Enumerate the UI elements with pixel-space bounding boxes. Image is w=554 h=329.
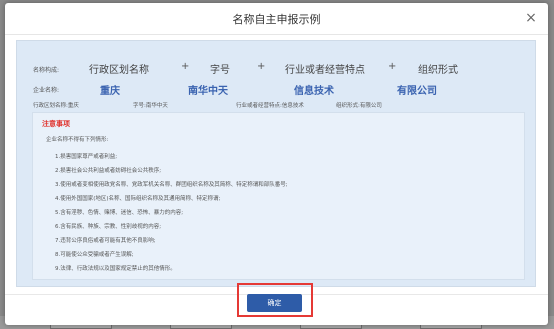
- dialog-title: 名称自主申报示例: [232, 13, 321, 26]
- structure-part-tradename: 字号: [210, 65, 230, 76]
- example-panel: 名称构成: 行政区划名称 + 字号 + 行业或者经营特点 + 组织形式 企业名称…: [16, 40, 536, 287]
- notice-title: 注意事项: [42, 120, 70, 128]
- detail-tradename: 字号:南华中天: [133, 103, 168, 109]
- example-label: 企业名称:: [33, 87, 60, 94]
- notice-item: 5.含有淫秽、色情、赌博、迷信、恐怖、暴力的内容;: [55, 210, 184, 216]
- notice-item: 7.违背公序良俗或者可能有其他不良影响;: [55, 238, 156, 244]
- example-region: 重庆: [100, 86, 120, 97]
- detail-industry: 行业或者经营特点:信息技术: [236, 103, 304, 109]
- notice-item: 2.损害社会公共利益或者妨碍社会公共秩序;: [55, 168, 162, 174]
- notice-item: 4.使用外国国家(地区)名称、国际组织名称及其通用简称、特定称谓;: [55, 196, 221, 202]
- detail-org-form: 组织形式:有限公司: [336, 103, 382, 109]
- name-declaration-dialog: 名称自主申报示例 × 名称构成: 行政区划名称 + 字号 + 行业或者经营特点 …: [5, 3, 548, 325]
- structure-part-org-form: 组织形式: [418, 65, 458, 76]
- plus-sign: +: [181, 61, 190, 72]
- example-tradename: 南华中天: [188, 86, 228, 97]
- structure-label: 名称构成:: [33, 67, 60, 74]
- plus-sign: +: [257, 61, 266, 72]
- detail-region: 行政区划名称:重庆: [33, 103, 79, 109]
- dialog-header: 名称自主申报示例 ×: [5, 3, 548, 35]
- notice-item: 1.损害国家尊严或者利益;: [55, 154, 118, 160]
- notice-item: 3.使用或者变相使用政党名称、党政军机关名称、群团组织名称及其简称、特定称谓和部…: [55, 182, 288, 188]
- structure-part-industry: 行业或者经营特点: [285, 65, 365, 76]
- confirm-button[interactable]: 确定: [247, 294, 302, 312]
- close-icon[interactable]: ×: [523, 10, 539, 26]
- plus-sign: +: [388, 61, 397, 72]
- notice-box: 注意事项 企业名称不得有下列情形: 1.损害国家尊严或者利益; 2.损害社会公共…: [32, 112, 525, 280]
- name-detail-row: 行政区划名称:重庆 字号:南华中天 行业或者经营特点:信息技术 组织形式:有限公…: [33, 101, 533, 109]
- notice-item: 8.可能使公众受骗或者产生误解;: [55, 252, 134, 258]
- notice-item: 6.含有民族、种族、宗教、性别歧视的内容;: [55, 224, 162, 230]
- example-name-row: 企业名称: 重庆 南华中天 信息技术 有限公司: [33, 82, 533, 97]
- name-structure-row: 名称构成: 行政区划名称 + 字号 + 行业或者经营特点 + 组织形式: [33, 61, 533, 77]
- structure-part-region: 行政区划名称: [89, 65, 149, 76]
- example-org-form: 有限公司: [397, 86, 437, 97]
- example-industry: 信息技术: [294, 86, 334, 97]
- notice-intro: 企业名称不得有下列情形:: [46, 137, 109, 143]
- notice-item: 9.法律、行政法规以及国家规定禁止的其他情形。: [55, 266, 176, 272]
